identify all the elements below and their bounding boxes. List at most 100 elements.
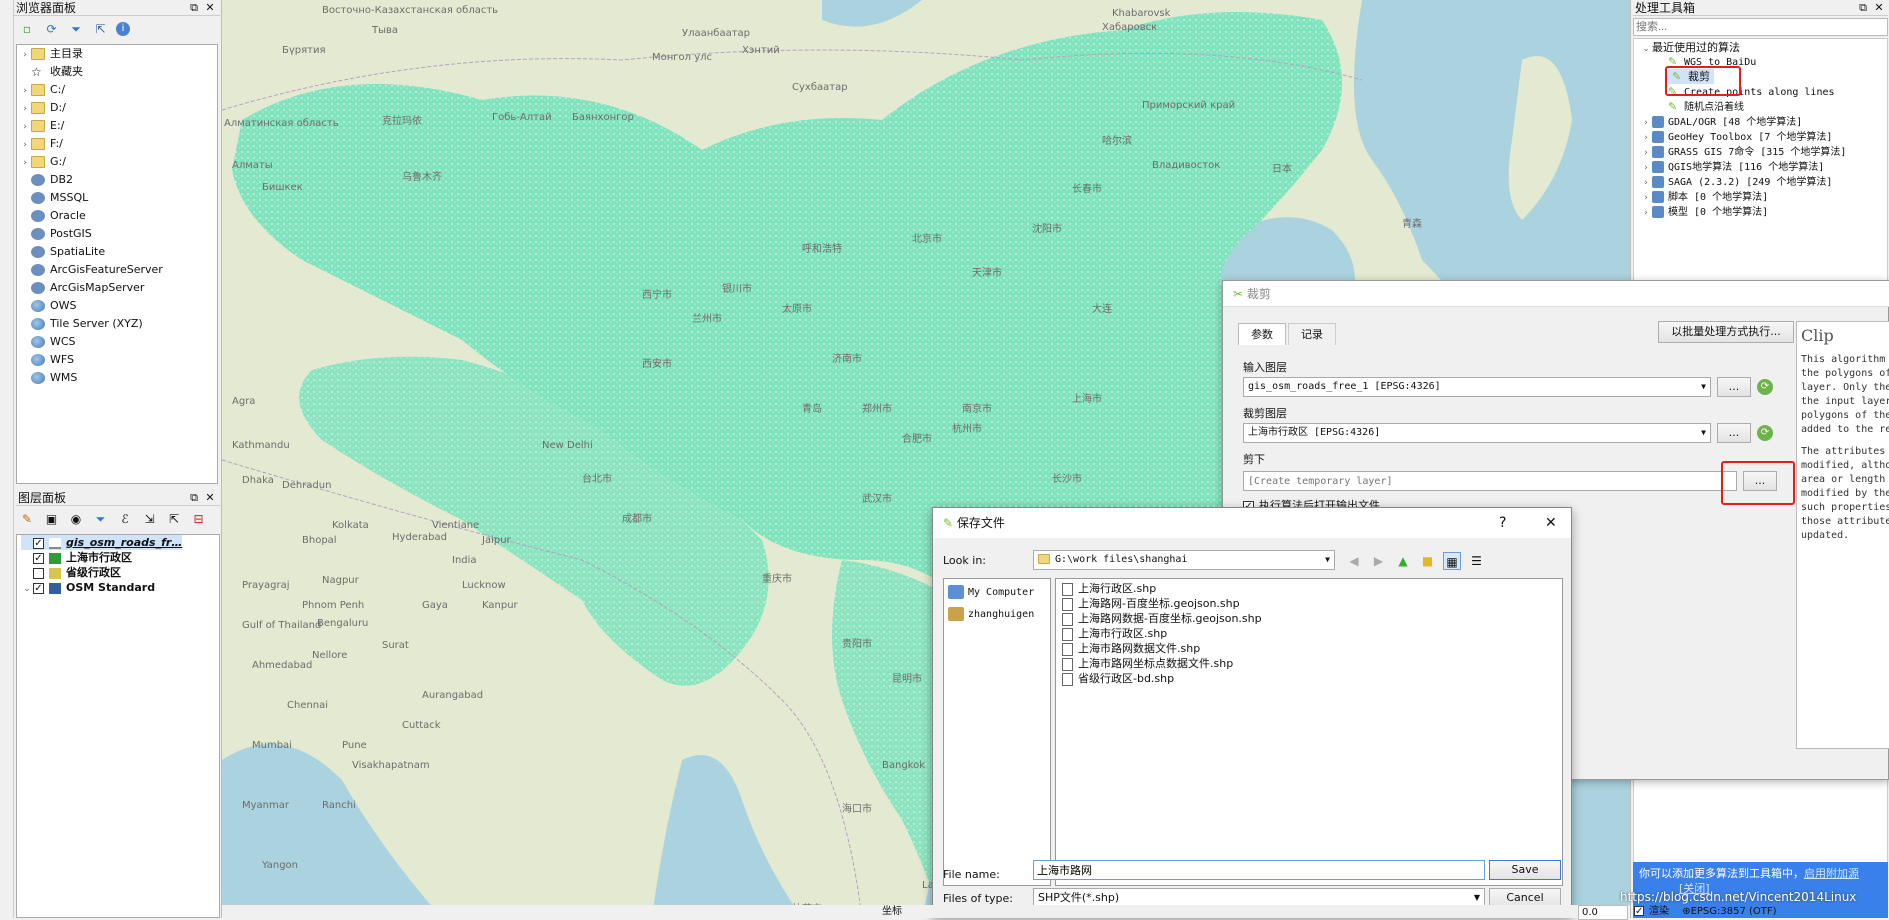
float-icon[interactable]: ⧉ (188, 1, 200, 14)
browser-item[interactable]: › E:/ (19, 117, 64, 135)
browser-item[interactable]: SpatiaLite (19, 243, 105, 261)
output-field[interactable] (1243, 471, 1737, 491)
browser-item[interactable]: Oracle (19, 207, 86, 225)
detail-view-icon[interactable]: ☰ (1468, 552, 1486, 570)
forward-icon[interactable]: ▶ (1370, 552, 1388, 570)
browser-item[interactable]: ArcGisMapServer (19, 279, 144, 297)
iterate-icon[interactable]: ⟳ (1757, 425, 1773, 441)
browser-item[interactable]: ☆ 收藏夹 (19, 63, 83, 81)
visibility-icon[interactable]: ◉ (67, 510, 85, 528)
file-item[interactable]: 上海市行政区.shp (1062, 626, 1167, 641)
up-folder-icon[interactable]: ▲ (1394, 552, 1412, 570)
browser-item[interactable]: MSSQL (19, 189, 88, 207)
layer-visibility-checkbox[interactable]: ✓ (33, 552, 44, 564)
browser-item[interactable]: › D:/ (19, 99, 66, 117)
float-icon[interactable]: ⧉ (188, 491, 200, 504)
add-layer-icon[interactable]: ▫ (18, 20, 36, 38)
chevron-right-icon[interactable]: › (1640, 206, 1652, 221)
list-view-icon[interactable]: ▦ (1443, 552, 1461, 570)
provider-item[interactable]: › GeoHey Toolbox [7 个地学算法] (1640, 129, 1832, 144)
browser-item[interactable]: PostGIS (19, 225, 92, 243)
crs-label[interactable]: EPSG:3857 (OTF) (1691, 906, 1777, 917)
filter-icon[interactable]: ⏷ (92, 510, 110, 528)
enable-plugins-link[interactable]: 启用附加源 (1804, 867, 1859, 880)
browser-item[interactable]: › C:/ (19, 81, 65, 99)
map-label: 西宁市 (642, 290, 672, 301)
file-item[interactable]: 上海市路网数据文件.shp (1062, 641, 1200, 656)
float-icon[interactable]: ⧉ (1857, 1, 1869, 14)
browser-item[interactable]: › F:/ (19, 135, 63, 153)
close-icon[interactable]: ✕ (204, 491, 216, 504)
layer-item[interactable]: ✓ 上海市行政区 (21, 550, 132, 565)
line-layer-icon (49, 537, 61, 549)
file-item[interactable]: 上海市路网坐标点数据文件.shp (1062, 656, 1233, 671)
chevron-right-icon[interactable]: › (19, 118, 31, 136)
layer-visibility-checkbox[interactable] (33, 567, 44, 579)
file-item[interactable]: 省级行政区-bd.shp (1062, 671, 1174, 686)
look-in-select[interactable]: G:\work files\shanghai ▼ (1033, 550, 1335, 570)
recent-algorithm-item[interactable]: ✎ 随机点沿着线 (1668, 99, 1744, 114)
refresh-icon[interactable]: ⟳ (43, 20, 61, 38)
map-label: Pune (342, 740, 367, 751)
close-button[interactable]: ✕ (1545, 508, 1557, 538)
browser-item[interactable]: WFS (19, 351, 74, 369)
provider-item[interactable]: › 脚本 [0 个地学算法] (1640, 189, 1768, 204)
provider-item[interactable]: › SAGA (2.3.2) [249 个地学算法] (1640, 174, 1832, 189)
chevron-right-icon[interactable]: › (19, 100, 31, 118)
tab-log[interactable]: 记录 (1288, 323, 1336, 345)
close-icon[interactable]: ✕ (1873, 1, 1885, 14)
layer-item[interactable]: ⌄ ✓ OSM Standard (21, 580, 155, 595)
browser-item[interactable]: › 主目录 (19, 45, 83, 63)
expand-all-icon[interactable]: ⇲ (141, 510, 159, 528)
collapse-all-icon[interactable]: ⇱ (165, 510, 183, 528)
chevron-right-icon[interactable]: › (19, 136, 31, 154)
tab-parameters[interactable]: 参数 (1238, 323, 1286, 345)
place-item[interactable]: My Computer (948, 583, 1034, 601)
browser-item[interactable]: Tile Server (XYZ) (19, 315, 143, 333)
filter-icon[interactable]: ⏷ (67, 20, 85, 38)
provider-item[interactable]: › QGIS地学算法 [116 个地学算法] (1640, 159, 1824, 174)
layer-visibility-checkbox[interactable]: ✓ (33, 582, 44, 594)
provider-item[interactable]: › GRASS GIS 7命令 [315 个地学算法] (1640, 144, 1846, 159)
collapse-all-icon[interactable]: ⇱ (92, 20, 110, 38)
expression-icon[interactable]: ℰ (116, 510, 134, 528)
chevron-right-icon[interactable]: › (19, 154, 31, 172)
provider-item[interactable]: › 模型 [0 个地学算法] (1640, 204, 1768, 219)
batch-process-button[interactable]: 以批量处理方式执行... (1658, 321, 1794, 343)
back-icon[interactable]: ◀ (1345, 552, 1363, 570)
chevron-icon[interactable]: ⌄ (21, 582, 33, 597)
file-name-input[interactable] (1033, 860, 1485, 880)
browser-item[interactable]: WCS (19, 333, 76, 351)
overlay-layer-select[interactable]: 上海市行政区 [EPSG:4326] ▼ (1243, 423, 1711, 443)
place-item[interactable]: zhanghuigen (948, 605, 1034, 623)
remove-layer-icon[interactable]: ⊟ (190, 510, 208, 528)
help-button[interactable]: ? (1499, 508, 1506, 538)
chevron-right-icon[interactable]: › (19, 82, 31, 100)
file-item[interactable]: 上海路网数据-百度坐标.geojson.shp (1062, 611, 1262, 626)
search-input[interactable] (1633, 18, 1888, 36)
save-button[interactable]: Save (1489, 860, 1561, 880)
add-group-icon[interactable]: ▣ (43, 510, 61, 528)
layer-item[interactable]: 省级行政区 (21, 565, 121, 580)
file-item[interactable]: 上海路网-百度坐标.geojson.shp (1062, 596, 1240, 611)
browser-item[interactable]: WMS (19, 369, 77, 387)
new-folder-icon[interactable]: ■ (1419, 552, 1437, 570)
overlay-ellipsis-button[interactable]: ... (1717, 423, 1751, 443)
browser-item[interactable]: ArcGisFeatureServer (19, 261, 163, 279)
file-item[interactable]: 上海行政区.shp (1062, 581, 1156, 596)
browser-item[interactable]: › G:/ (19, 153, 66, 171)
browser-item[interactable]: OWS (19, 297, 77, 315)
info-icon[interactable]: i (116, 22, 130, 36)
close-icon[interactable]: ✕ (204, 1, 216, 14)
chevron-right-icon[interactable]: › (19, 46, 31, 64)
render-checkbox[interactable]: ✓ (1634, 906, 1644, 917)
provider-item[interactable]: › GDAL/OGR [48 个地学算法] (1640, 114, 1802, 129)
iterate-icon[interactable]: ⟳ (1757, 379, 1773, 395)
input-layer-select[interactable]: gis_osm_roads_free_1 [EPSG:4326] ▼ (1243, 377, 1711, 397)
style-icon[interactable]: ✎ (18, 510, 36, 528)
layer-item[interactable]: ✓ gis_osm_roads_fr… (21, 535, 183, 550)
input-ellipsis-button[interactable]: ... (1717, 377, 1751, 397)
layer-visibility-checkbox[interactable]: ✓ (33, 537, 44, 549)
map-label: 贵阳市 (842, 639, 872, 650)
browser-item[interactable]: DB2 (19, 171, 73, 189)
